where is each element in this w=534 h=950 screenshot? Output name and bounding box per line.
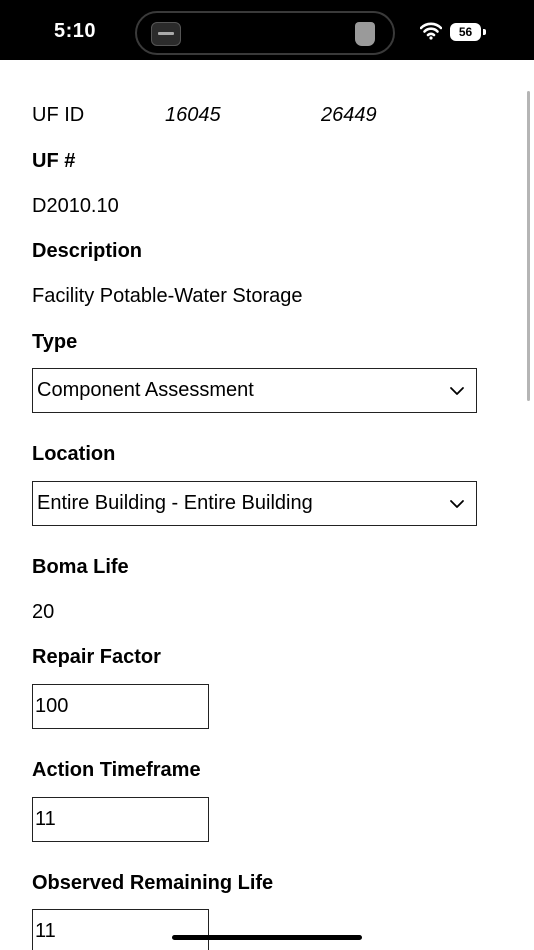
description-value: Facility Potable-Water Storage (32, 285, 303, 307)
action-timeframe-input[interactable]: 11 (32, 797, 209, 842)
wifi-icon (420, 22, 442, 40)
description-label: Description (32, 240, 143, 262)
action-timeframe-label: Action Timeframe (32, 759, 201, 781)
type-select[interactable]: Component Assessment (32, 368, 477, 413)
status-time: 5:10 (54, 20, 97, 42)
uf-id-label: UF ID (32, 104, 85, 126)
location-select[interactable]: Entire Building - Entire Building (32, 481, 477, 526)
uf-number-value: D2010.10 (32, 195, 119, 217)
observed-remaining-life-label: Observed Remaining Life (32, 872, 274, 894)
uf-id-value-1: 16045 (165, 104, 221, 126)
now-playing-album-icon (151, 22, 181, 46)
boma-life-label: Boma Life (32, 556, 129, 578)
form-content[interactable]: UF ID 16045 26449 UF # D2010.10 Descript… (0, 60, 534, 950)
uf-number-label: UF # (32, 150, 76, 172)
battery-tip (483, 29, 486, 35)
repair-factor-label: Repair Factor (32, 646, 161, 668)
location-label: Location (32, 443, 116, 465)
boma-life-value: 20 (32, 601, 55, 623)
location-select-value: Entire Building - Entire Building (37, 492, 313, 514)
dynamic-island[interactable] (135, 11, 395, 55)
battery-icon: 56 (450, 23, 486, 41)
type-select-value: Component Assessment (37, 379, 254, 401)
scrollbar[interactable] (527, 91, 530, 401)
battery-level: 56 (450, 23, 481, 41)
repair-factor-input[interactable]: 100 (32, 684, 209, 729)
chevron-down-icon (450, 500, 464, 508)
chevron-down-icon (450, 387, 464, 395)
uf-id-value-2: 26449 (321, 104, 377, 126)
type-label: Type (32, 331, 78, 353)
observed-remaining-life-input[interactable]: 11 (32, 909, 209, 950)
home-indicator[interactable] (172, 935, 362, 940)
status-bar: 5:10 56 (0, 0, 534, 60)
now-playing-cup-icon (355, 22, 375, 46)
